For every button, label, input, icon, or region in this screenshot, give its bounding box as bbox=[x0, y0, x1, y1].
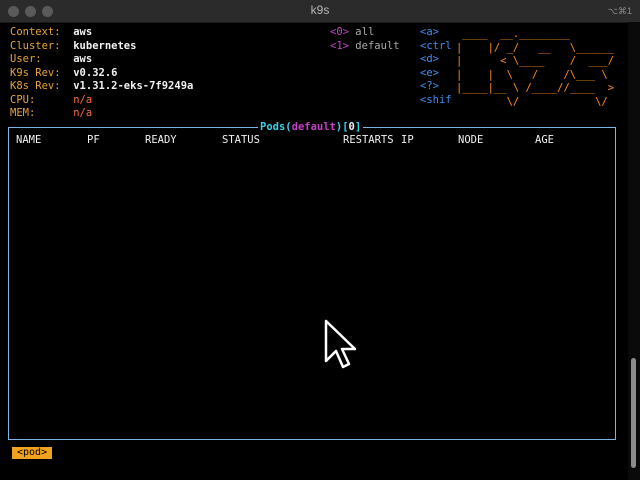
breadcrumb-pod[interactable]: <pod> bbox=[12, 447, 53, 459]
cpu-value: n/a bbox=[73, 93, 93, 106]
title-bar: k9s ⌥⌘1 bbox=[0, 0, 640, 23]
k9s-rev-label: K9s Rev: bbox=[10, 66, 61, 79]
column-header-name[interactable]: NAME bbox=[16, 134, 41, 148]
info-row-context: Context: aws bbox=[10, 26, 92, 40]
logo-line: \/ \/ bbox=[456, 95, 608, 108]
logo-line: | |/ _/ __ \______ bbox=[456, 41, 615, 54]
mem-value: n/a bbox=[73, 107, 93, 119]
k8s-rev-label: K8s Rev: bbox=[10, 80, 61, 92]
k8s-rev-value: v1.31.2-eks-7f9249a bbox=[73, 80, 194, 92]
user-value: aws bbox=[73, 53, 93, 65]
namespace-name: default bbox=[355, 39, 400, 52]
column-header-status[interactable]: STATUS bbox=[222, 134, 260, 148]
info-row-cpu: CPU: n/a bbox=[10, 94, 92, 108]
window-title: k9s bbox=[310, 3, 330, 17]
hotkey-a[interactable]: <a> bbox=[420, 26, 439, 40]
hotkey-shift[interactable]: <shif bbox=[420, 94, 452, 108]
logo-line: | < \____ / ___/ bbox=[456, 55, 615, 67]
scrollbar-thumb[interactable] bbox=[631, 358, 636, 468]
mem-label: MEM: bbox=[10, 107, 36, 119]
k9s-rev-value: v0.32.6 bbox=[73, 66, 118, 79]
namespace-shortcut-default[interactable]: <1> default bbox=[330, 40, 400, 54]
user-label: User: bbox=[10, 53, 42, 65]
hotkey-d[interactable]: <d> bbox=[420, 53, 439, 67]
column-header-ip[interactable]: IP bbox=[401, 134, 414, 148]
context-label: Context: bbox=[10, 26, 61, 38]
column-header-ready[interactable]: READY bbox=[145, 134, 177, 148]
info-row-mem: MEM: n/a bbox=[10, 107, 92, 121]
pods-table-frame[interactable] bbox=[8, 127, 616, 440]
info-row-user: User: aws bbox=[10, 53, 92, 67]
hotkey-help[interactable]: <?> bbox=[420, 80, 439, 94]
k9s-logo: ____ __.________ | |/ _/ __ \______ | < … bbox=[456, 28, 614, 109]
table-title: Pods(default)[0] bbox=[258, 121, 364, 134]
logo-line: ____ __.________ bbox=[456, 28, 570, 40]
column-header-restarts[interactable]: RESTARTS bbox=[343, 134, 394, 148]
logo-line: |____|__ \ /____//____ > bbox=[456, 82, 615, 94]
info-row-k8s-rev: K8s Rev: v1.31.2-eks-7f9249a bbox=[10, 80, 193, 94]
table-namespace: default bbox=[291, 121, 336, 133]
cpu-label: CPU: bbox=[10, 93, 36, 106]
hotkey-e[interactable]: <e> bbox=[420, 67, 439, 81]
info-row-k9s-rev: K9s Rev: v0.32.6 bbox=[10, 67, 118, 81]
window-shortcut-hint: ⌥⌘1 bbox=[607, 6, 632, 16]
namespace-name: all bbox=[355, 26, 375, 38]
cluster-label: Cluster: bbox=[10, 39, 61, 52]
context-value: aws bbox=[73, 26, 93, 38]
namespace-key: <0> bbox=[330, 26, 349, 38]
logo-line: | | \ / /\___ \ bbox=[456, 68, 608, 81]
column-header-node[interactable]: NODE bbox=[458, 134, 483, 148]
namespace-key: <1> bbox=[330, 39, 349, 52]
info-row-cluster: Cluster: kubernetes bbox=[10, 40, 136, 54]
column-header-pf[interactable]: PF bbox=[87, 134, 100, 148]
mouse-pointer-icon bbox=[324, 319, 357, 369]
cluster-value: kubernetes bbox=[73, 39, 137, 52]
hotkey-ctrl[interactable]: <ctrl bbox=[420, 40, 452, 54]
resource-name: Pods bbox=[260, 121, 286, 133]
terminal-window: k9s ⌥⌘1 Context: aws Cluster: kubernetes… bbox=[0, 0, 640, 480]
column-header-age[interactable]: AGE bbox=[535, 134, 554, 148]
namespace-shortcut-all[interactable]: <0> all bbox=[330, 26, 374, 40]
